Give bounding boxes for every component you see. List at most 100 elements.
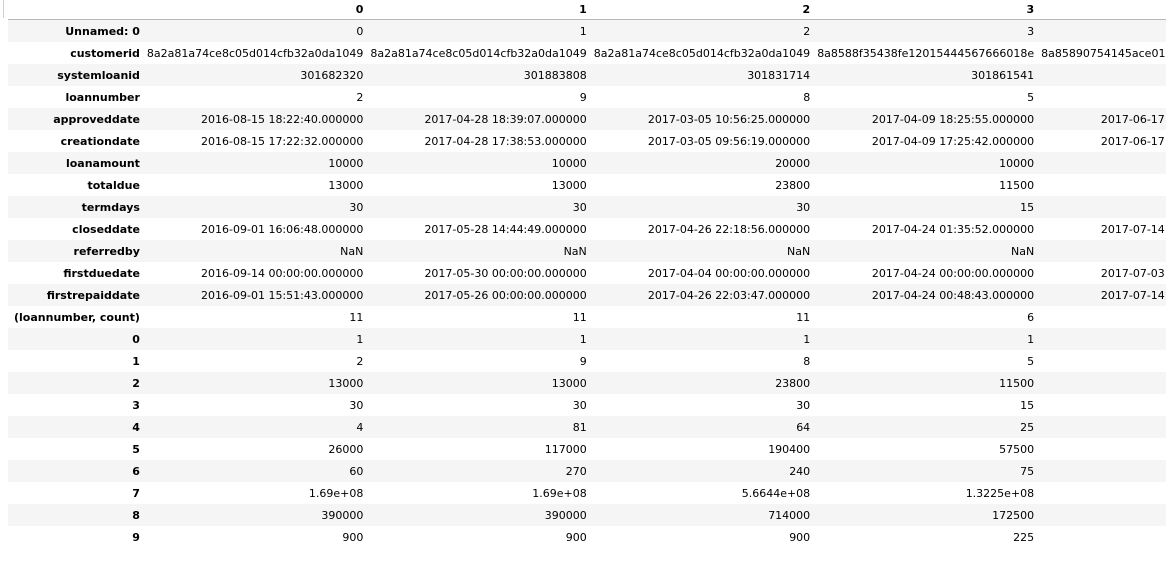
output-edge-marker [0,0,4,18]
table-cell: 60 [349,464,364,478]
column-header: 1 [364,0,588,20]
table-row: 8 390000 390000 714000 172500172500 [8,504,1166,526]
table-cell: 4 [1035,416,1166,438]
table-cell: 11500 [999,376,1035,390]
table-cell: 8a85890754145ace015429211b513e16 [1041,46,1166,60]
table-cell: 2017-04-26 22:03:47.000000 [647,288,811,302]
table-cell: 172500 [1035,504,1166,526]
row-index-label: creationdate [60,134,140,148]
table-cell: 10000 [999,156,1035,170]
table-row: closeddate 2016-09-01 16:06:48.000000 2017… [8,218,1166,240]
table-cell: 1 [356,332,364,346]
row-index-label: loanamount [65,156,140,170]
table-cell: 2 [1035,306,1166,328]
table-cell: 1 [1027,332,1035,346]
table-cell: 900 [342,530,364,544]
table-cell: 270 [565,464,587,478]
table-cell: NaN [340,244,364,258]
column-header: 0 [140,0,365,20]
table-cell: 2017-04-24 00:00:00.000000 [871,266,1035,280]
table-cell: 2017-06-17 08:29:50.000000 [1100,134,1166,148]
table-cell: 2016-09-14 00:00:00.000000 [201,266,364,280]
row-index-label: 7 [132,486,140,500]
row-index-label: loannumber [65,90,140,104]
row-index-label: 2 [132,376,140,390]
table-cell: 8a8588f35438fe12015444567666018e [817,46,1035,60]
table-cell: 64 [796,420,811,434]
table-cell: 20000 [775,156,811,170]
table-row: referredbyNaNNaNNaNNaNNaN [8,240,1166,262]
table-row: 448164254 [8,416,1166,438]
table-cell: 2017-04-24 00:48:43.000000 [871,288,1035,302]
table-cell: 30 [349,200,364,214]
table-row: customerid 8a2a81a74ce8c05d014cfb32a0da10… [8,42,1166,64]
table-cell: 10000 [1035,152,1166,174]
table-body: Unnamed: 001234customerid8a2a81a74ce8c05… [8,19,1166,548]
table-cell: 8a2a81a74ce8c05d014cfb32a0da1049 [370,46,587,60]
row-index-label: 4 [132,420,140,434]
table-row: 011111 [8,328,1166,350]
table-row: 6 60 270 240 7530 [8,460,1166,482]
table-cell: 25 [1020,420,1035,434]
table-cell: 2017-07-03 00:00:00.000000 [1100,266,1166,280]
row-index-label: firstrepaiddate [46,288,140,302]
row-index-label: 1 [132,354,140,368]
table-cell: 15 [1020,398,1035,412]
table-cell: 10000 [328,156,364,170]
table-cell: 2017-04-04 00:00:00.000000 [647,266,811,280]
table-cell: 5.6644e+08 [741,486,811,500]
table-cell: 30 [349,398,364,412]
table-cell: 13000 [328,178,364,192]
table-cell: 2017-04-28 17:38:53.000000 [424,134,587,148]
table-cell: 30 [572,200,587,214]
row-index-label: 9 [132,530,140,544]
table-cell: 301682320 [300,68,364,82]
table-cell: 1 [1035,328,1166,350]
table-cell: 10000 [551,156,587,170]
dataframe-output-area: 0 1 2 3 4 Unnamed: 001234customerid8a2a8… [0,0,1166,575]
table-cell: 900 [789,530,811,544]
table-cell: 1.3225e+08 [1035,482,1166,504]
table-cell: 1 [579,332,587,346]
table-row: 9 900 900 900 225225 [8,526,1166,548]
table-cell: 190400 [768,442,811,456]
column-header: 2 [587,0,812,20]
table-row: totaldue 13000 13000 23800 1150011500 [8,174,1166,196]
table-cell: 11500 [1035,174,1166,196]
table-cell: 301831714 [747,68,811,82]
table-cell: 30 [796,200,811,214]
table-cell: 0 [356,24,364,38]
table-cell: 23000 [1035,438,1166,460]
table-cell: 11 [572,310,587,324]
row-index-label: 5 [132,442,140,456]
row-index-label: (loannumber, count) [14,310,140,324]
table-cell: 2016-09-01 15:51:43.000000 [201,288,364,302]
row-index-label: 6 [132,464,140,478]
table-cell: NaN [786,244,811,258]
table-row: 129852 [8,350,1166,372]
table-row: approveddate 2016-08-15 18:22:40.000000 20… [8,108,1166,130]
table-cell: 15 [1035,196,1166,218]
row-index-label: firstduedate [63,266,140,280]
table-cell: 2017-05-28 14:44:49.000000 [424,222,587,236]
table-cell: 900 [565,530,587,544]
table-row: loanamount1000010000200001000010000 [8,152,1166,174]
table-cell: 30 [572,398,587,412]
table-row: firstrepaiddate 2016-09-01 15:51:43.00000… [8,284,1166,306]
table-cell: 26000 [328,442,364,456]
table-cell: 225 [1013,530,1035,544]
table-cell: 11500 [999,178,1035,192]
table-cell: 2 [356,90,364,104]
table-cell: 2017-05-26 00:00:00.000000 [424,288,587,302]
table-row: 2 13000 13000 23800 1150011500 [8,372,1166,394]
table-cell: 2 [1035,86,1166,108]
table-cell: NaN [1035,240,1166,262]
table-row: 3 30 30 30 1515 [8,394,1166,416]
table-cell: 2017-04-24 01:35:52.000000 [871,222,1035,236]
table-cell: 4 [1035,20,1166,43]
table-cell: 2017-03-05 09:56:19.000000 [647,134,811,148]
table-cell: 2017-07-14 21:18:43.000000 [1100,222,1166,236]
row-index-label: 8 [132,508,140,522]
table-cell: 13000 [328,376,364,390]
table-cell: 240 [789,464,811,478]
